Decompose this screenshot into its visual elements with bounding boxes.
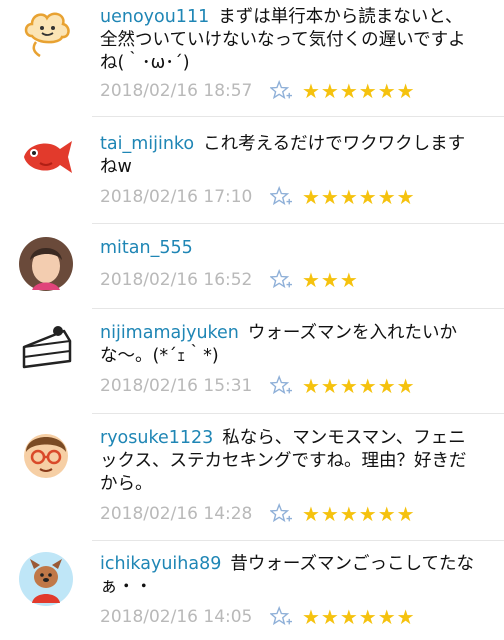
star-plus-icon[interactable] bbox=[270, 375, 292, 397]
username-link[interactable]: mitan_555 bbox=[100, 238, 193, 258]
username-link[interactable]: ichikayuiha89 bbox=[100, 554, 221, 574]
comment-text: uenoyou111 まずは単行本から読まないと、全然ついていけないなって気付くの… bbox=[100, 6, 480, 75]
comment-date: 2018/02/16 16:52 bbox=[100, 270, 253, 290]
comment-item: ryosuke1123 私なら、マンモスマン、フェニックス、ステカセキングですね。… bbox=[0, 414, 504, 540]
rating-stars: ★★★★★★ bbox=[302, 502, 416, 526]
comment-item: nijimamajyuken ウォーズマンを入れたいかな〜。(*´ｪ｀*) 201… bbox=[0, 309, 504, 413]
rating-stars: ★★★★★★ bbox=[302, 79, 416, 103]
username-link[interactable]: uenoyou111 bbox=[100, 7, 209, 27]
rating-stars: ★★★★★★ bbox=[302, 185, 416, 209]
comment-meta: 2018/02/16 14:05 ★★★★★★ bbox=[100, 603, 416, 631]
comment-item: uenoyou111 まずは単行本から読まないと、全然ついていけないなって気付くの… bbox=[0, 0, 504, 116]
cloud-face-icon[interactable] bbox=[18, 4, 74, 60]
comment-date: 2018/02/16 15:31 bbox=[100, 376, 253, 396]
red-fish-icon[interactable] bbox=[18, 127, 74, 183]
comment-text: ichikayuiha89 昔ウォーズマンごっこしてたなぁ・・ bbox=[100, 553, 480, 599]
cake-slice-icon[interactable] bbox=[18, 321, 74, 377]
comment-date: 2018/02/16 14:28 bbox=[100, 504, 253, 524]
rating-stars: ★★★ bbox=[302, 268, 359, 292]
woman-photo-icon[interactable] bbox=[18, 236, 74, 292]
comment-text: mitan_555 bbox=[100, 237, 480, 260]
rating-stars: ★★★★★★ bbox=[302, 374, 416, 398]
comment-meta: 2018/02/16 15:31 ★★★★★★ bbox=[100, 372, 416, 400]
username-link[interactable]: tai_mijinko bbox=[100, 134, 194, 154]
star-plus-icon[interactable] bbox=[270, 503, 292, 525]
star-plus-icon[interactable] bbox=[270, 269, 292, 291]
comment-meta: 2018/02/16 17:10 ★★★★★★ bbox=[100, 183, 416, 211]
comment-text: nijimamajyuken ウォーズマンを入れたいかな〜。(*´ｪ｀*) bbox=[100, 322, 480, 368]
comment-item: tai_mijinko これ考えるだけでワクワクしますねw 2018/02/16 … bbox=[0, 117, 504, 223]
comment-text: ryosuke1123 私なら、マンモスマン、フェニックス、ステカセキングですね。… bbox=[100, 427, 480, 496]
rating-stars: ★★★★★★ bbox=[302, 605, 416, 629]
comment-item: ichikayuiha89 昔ウォーズマンごっこしてたなぁ・・ 2018/02/1… bbox=[0, 541, 504, 640]
boy-glasses-icon[interactable] bbox=[18, 426, 74, 482]
star-plus-icon[interactable] bbox=[270, 80, 292, 102]
comment-list: uenoyou111 まずは単行本から読まないと、全然ついていけないなって気付くの… bbox=[0, 0, 504, 640]
comment-date: 2018/02/16 17:10 bbox=[100, 187, 253, 207]
comment-meta: 2018/02/16 16:52 ★★★ bbox=[100, 266, 359, 294]
star-plus-icon[interactable] bbox=[270, 606, 292, 628]
comment-meta: 2018/02/16 18:57 ★★★★★★ bbox=[100, 77, 416, 105]
star-plus-icon[interactable] bbox=[270, 186, 292, 208]
comment-date: 2018/02/16 14:05 bbox=[100, 607, 253, 627]
username-link[interactable]: nijimamajyuken bbox=[100, 323, 239, 343]
comment-item: mitan_555 2018/02/16 16:52 ★★★ bbox=[0, 224, 504, 308]
comment-text: tai_mijinko これ考えるだけでワクワクしますねw bbox=[100, 133, 480, 179]
dog-character-icon[interactable] bbox=[18, 551, 74, 607]
username-link[interactable]: ryosuke1123 bbox=[100, 428, 213, 448]
comment-meta: 2018/02/16 14:28 ★★★★★★ bbox=[100, 500, 416, 528]
comment-date: 2018/02/16 18:57 bbox=[100, 81, 253, 101]
